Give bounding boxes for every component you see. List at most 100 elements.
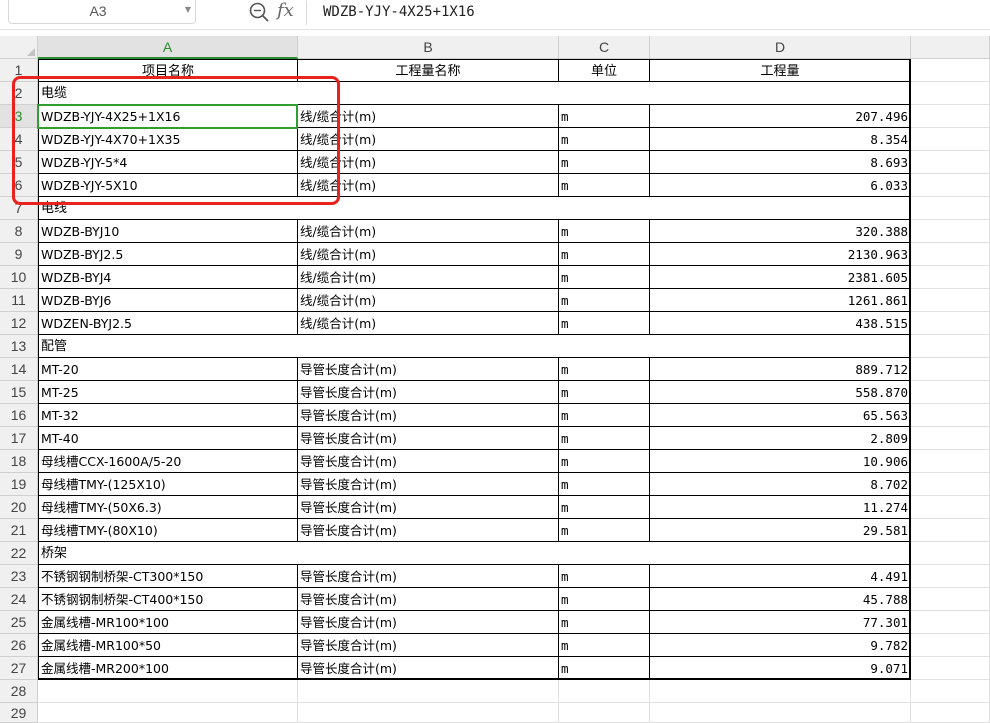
empty-cell[interactable] bbox=[298, 680, 559, 703]
row-header[interactable]: 8 bbox=[0, 220, 38, 243]
row-header[interactable]: 24 bbox=[0, 588, 38, 611]
table-cell-b[interactable]: 线/缆合计(m) bbox=[298, 174, 559, 197]
table-cell-d[interactable]: 9.071 bbox=[650, 657, 911, 680]
table-cell-b[interactable]: 导管长度合计(m) bbox=[298, 473, 559, 496]
row-header[interactable]: 26 bbox=[0, 634, 38, 657]
table-cell-d[interactable]: 65.563 bbox=[650, 404, 911, 427]
table-cell-b[interactable]: 导管长度合计(m) bbox=[298, 427, 559, 450]
name-box-value[interactable]: A3 bbox=[9, 3, 187, 19]
table-cell-a[interactable]: 母线槽CCX-1600A/5-20 bbox=[38, 450, 298, 473]
empty-cell[interactable] bbox=[559, 703, 650, 723]
table-cell-b[interactable]: 线/缆合计(m) bbox=[298, 266, 559, 289]
table-cell-a[interactable]: 金属线槽-MR200*100 bbox=[38, 657, 298, 680]
row-header[interactable]: 20 bbox=[0, 496, 38, 519]
table-cell-c[interactable]: m bbox=[559, 266, 650, 289]
table-cell-c[interactable]: m bbox=[559, 151, 650, 174]
table-cell-c[interactable]: m bbox=[559, 473, 650, 496]
empty-cell[interactable] bbox=[38, 680, 298, 703]
table-cell-c[interactable]: m bbox=[559, 312, 650, 335]
table-cell-c[interactable]: m bbox=[559, 657, 650, 680]
table-cell-a[interactable]: WDZB-BYJ2.5 bbox=[38, 243, 298, 266]
table-cell-d[interactable]: 207.496 bbox=[650, 105, 911, 128]
table-cell-d[interactable]: 9.782 bbox=[650, 634, 911, 657]
function-icon[interactable]: fx bbox=[277, 0, 294, 21]
table-cell-b[interactable]: 导管长度合计(m) bbox=[298, 565, 559, 588]
table-cell-d[interactable]: 558.870 bbox=[650, 381, 911, 404]
table-cell-c[interactable]: m bbox=[559, 427, 650, 450]
table-cell-b[interactable]: 导管长度合计(m) bbox=[298, 358, 559, 381]
table-cell-b[interactable]: 线/缆合计(m) bbox=[298, 128, 559, 151]
header-cell[interactable]: 工程量名称 bbox=[298, 59, 559, 82]
table-cell-c[interactable]: m bbox=[559, 243, 650, 266]
row-header[interactable]: 12 bbox=[0, 312, 38, 335]
table-cell-c[interactable]: m bbox=[559, 289, 650, 312]
row-header[interactable]: 14 bbox=[0, 358, 38, 381]
table-cell-a[interactable]: WDZB-YJY-5X10 bbox=[38, 174, 298, 197]
table-cell-a[interactable]: MT-32 bbox=[38, 404, 298, 427]
table-cell-a[interactable]: 金属线槽-MR100*50 bbox=[38, 634, 298, 657]
table-cell-b[interactable]: 导管长度合计(m) bbox=[298, 496, 559, 519]
table-cell-d[interactable]: 6.033 bbox=[650, 174, 911, 197]
table-cell-a[interactable]: 母线槽TMY-(50X6.3) bbox=[38, 496, 298, 519]
row-header[interactable]: 17 bbox=[0, 427, 38, 450]
table-cell-c[interactable]: m bbox=[559, 588, 650, 611]
section-label-cell[interactable]: 桥架 bbox=[38, 542, 911, 565]
row-header[interactable]: 2 bbox=[0, 82, 38, 105]
column-header-d[interactable]: D bbox=[650, 36, 911, 59]
empty-cell[interactable] bbox=[650, 703, 911, 723]
row-header[interactable]: 15 bbox=[0, 381, 38, 404]
table-cell-a[interactable]: WDZB-YJY-4X70+1X35 bbox=[38, 128, 298, 151]
table-cell-a[interactable]: WDZB-YJY-4X25+1X16 bbox=[38, 105, 298, 128]
row-header[interactable]: 11 bbox=[0, 289, 38, 312]
table-cell-a[interactable]: 母线槽TMY-(80X10) bbox=[38, 519, 298, 542]
table-cell-a[interactable]: 不锈钢钢制桥架-CT400*150 bbox=[38, 588, 298, 611]
row-header[interactable]: 21 bbox=[0, 519, 38, 542]
table-cell-c[interactable]: m bbox=[559, 496, 650, 519]
table-cell-b[interactable]: 线/缆合计(m) bbox=[298, 312, 559, 335]
table-cell-c[interactable]: m bbox=[559, 174, 650, 197]
table-cell-b[interactable]: 线/缆合计(m) bbox=[298, 220, 559, 243]
empty-cell[interactable] bbox=[559, 680, 650, 703]
row-header[interactable]: 27 bbox=[0, 657, 38, 680]
table-cell-d[interactable]: 438.515 bbox=[650, 312, 911, 335]
table-cell-d[interactable]: 8.693 bbox=[650, 151, 911, 174]
table-cell-c[interactable]: m bbox=[559, 381, 650, 404]
table-cell-c[interactable]: m bbox=[559, 634, 650, 657]
table-cell-b[interactable]: 导管长度合计(m) bbox=[298, 634, 559, 657]
column-header-b[interactable]: B bbox=[298, 36, 559, 59]
table-cell-c[interactable]: m bbox=[559, 358, 650, 381]
table-cell-b[interactable]: 线/缆合计(m) bbox=[298, 151, 559, 174]
table-cell-b[interactable]: 线/缆合计(m) bbox=[298, 105, 559, 128]
table-cell-b[interactable]: 线/缆合计(m) bbox=[298, 243, 559, 266]
table-cell-d[interactable]: 45.788 bbox=[650, 588, 911, 611]
table-cell-b[interactable]: 导管长度合计(m) bbox=[298, 519, 559, 542]
table-cell-a[interactable]: WDZB-BYJ10 bbox=[38, 220, 298, 243]
table-cell-d[interactable]: 11.274 bbox=[650, 496, 911, 519]
table-cell-a[interactable]: WDZB-BYJ6 bbox=[38, 289, 298, 312]
row-header[interactable]: 10 bbox=[0, 266, 38, 289]
table-cell-a[interactable]: MT-20 bbox=[38, 358, 298, 381]
row-header[interactable]: 23 bbox=[0, 565, 38, 588]
row-header[interactable]: 6 bbox=[0, 174, 38, 197]
table-cell-a[interactable]: 母线槽TMY-(125X10) bbox=[38, 473, 298, 496]
table-cell-d[interactable]: 320.388 bbox=[650, 220, 911, 243]
row-header[interactable]: 19 bbox=[0, 473, 38, 496]
header-cell[interactable]: 工程量 bbox=[650, 59, 911, 82]
row-header[interactable]: 9 bbox=[0, 243, 38, 266]
table-cell-d[interactable]: 29.581 bbox=[650, 519, 911, 542]
select-all-corner[interactable] bbox=[0, 36, 38, 59]
table-cell-d[interactable]: 10.906 bbox=[650, 450, 911, 473]
zoom-in-icon[interactable] bbox=[248, 1, 270, 23]
table-cell-c[interactable]: m bbox=[559, 450, 650, 473]
table-cell-d[interactable]: 1261.861 bbox=[650, 289, 911, 312]
table-cell-c[interactable]: m bbox=[559, 128, 650, 151]
row-header[interactable]: 22 bbox=[0, 542, 38, 565]
table-cell-c[interactable]: m bbox=[559, 519, 650, 542]
table-cell-a[interactable]: WDZEN-BYJ2.5 bbox=[38, 312, 298, 335]
table-cell-a[interactable]: 不锈钢钢制桥架-CT300*150 bbox=[38, 565, 298, 588]
table-cell-b[interactable]: 导管长度合计(m) bbox=[298, 381, 559, 404]
row-header[interactable]: 1 bbox=[0, 59, 38, 82]
row-header[interactable]: 5 bbox=[0, 151, 38, 174]
row-header[interactable]: 29 bbox=[0, 703, 38, 723]
table-cell-d[interactable]: 2381.605 bbox=[650, 266, 911, 289]
